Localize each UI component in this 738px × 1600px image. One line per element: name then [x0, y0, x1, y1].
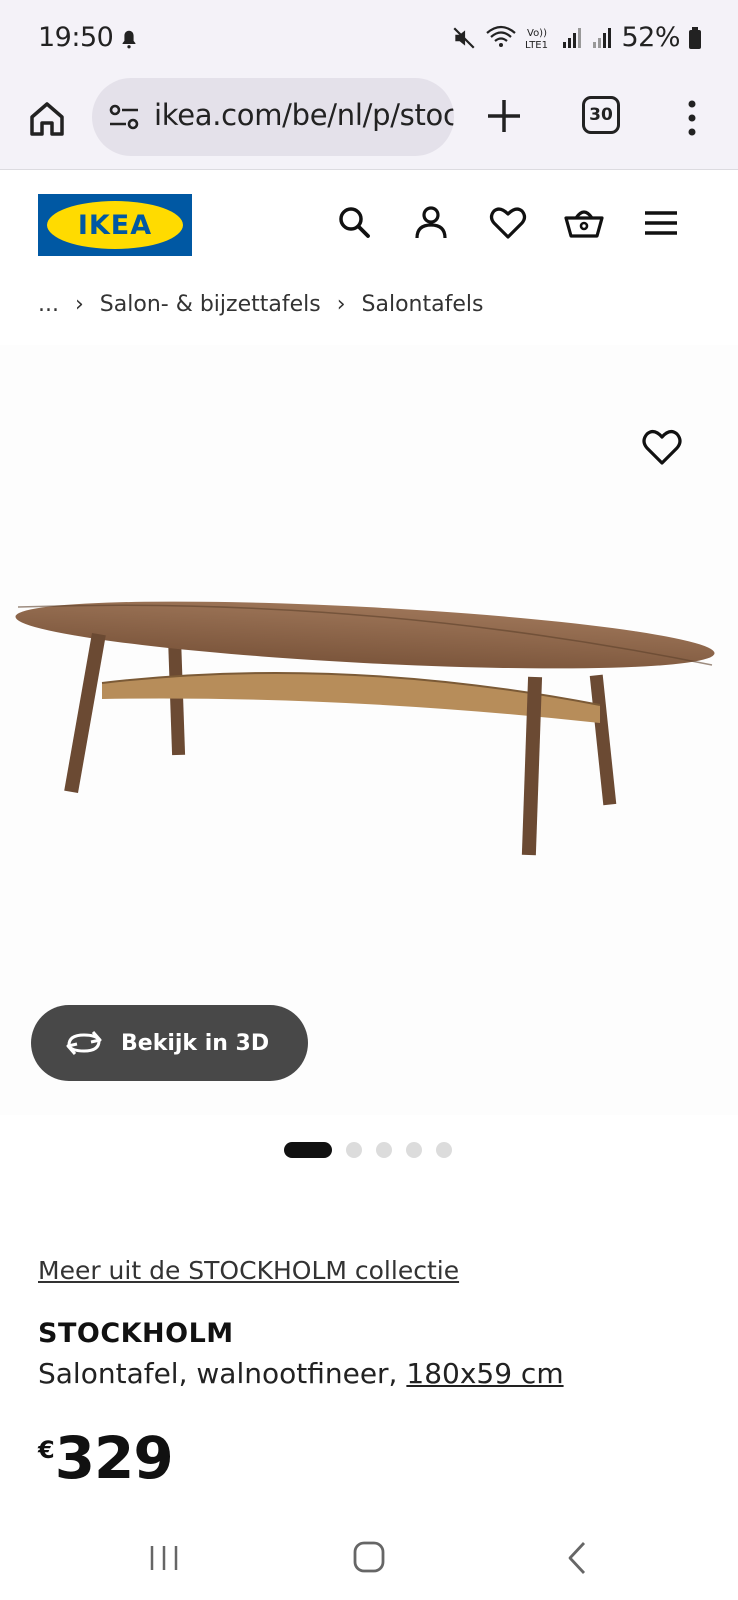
- image-carousel-indicator: [284, 1142, 452, 1158]
- logo-oval: IKEA: [47, 201, 183, 249]
- breadcrumb-ellipsis[interactable]: ...: [38, 292, 59, 317]
- mute-icon: [453, 26, 476, 49]
- chevron-right-icon: ›: [74, 292, 84, 317]
- breadcrumb-item[interactable]: Salontafels: [362, 292, 484, 317]
- signal-icon: [593, 27, 612, 48]
- breadcrumb-item[interactable]: Salon- & bijzettafels: [100, 292, 321, 317]
- menu-icon[interactable]: [640, 202, 682, 244]
- view-3d-label: Bekijk in 3D: [121, 1030, 270, 1056]
- favorite-heart-icon[interactable]: [640, 427, 684, 467]
- recent-apps-icon[interactable]: [142, 1538, 186, 1578]
- browser-toolbar: ikea.com/be/nl/p/stoc 30: [0, 76, 738, 170]
- breadcrumb: ... › Salon- & bijzettafels › Salontafel…: [38, 292, 483, 317]
- svg-text:LTE1: LTE1: [525, 40, 548, 51]
- cart-icon[interactable]: [563, 202, 605, 244]
- signal-icon: [563, 27, 582, 48]
- price-currency: €: [38, 1436, 55, 1464]
- rotate-3d-icon: [66, 1031, 102, 1055]
- bell-icon: [122, 30, 136, 49]
- home-icon: [30, 102, 64, 136]
- price-amount: 329: [54, 1424, 174, 1492]
- size-link[interactable]: 180x59 cm: [406, 1357, 563, 1390]
- collection-link[interactable]: Meer uit de STOCKHOLM collectie: [38, 1256, 459, 1285]
- status-icons: Vo)) LTE1 52%: [451, 22, 702, 53]
- wifi-icon: [486, 25, 517, 47]
- tab-switcher-button[interactable]: 30: [582, 96, 620, 134]
- product-image: [15, 601, 715, 856]
- view-3d-button[interactable]: Bekijk in 3D: [31, 1005, 308, 1081]
- carousel-dot[interactable]: [436, 1142, 452, 1158]
- chevron-right-icon: ›: [336, 292, 346, 317]
- home-button[interactable]: [24, 96, 70, 142]
- search-icon[interactable]: [334, 202, 376, 244]
- price: € 329: [38, 1424, 174, 1492]
- new-tab-button[interactable]: [482, 94, 526, 138]
- carousel-dot-active[interactable]: [284, 1142, 332, 1158]
- home-nav-icon[interactable]: [347, 1538, 391, 1578]
- back-icon[interactable]: [556, 1538, 600, 1578]
- logo-text: IKEA: [77, 209, 153, 241]
- site-settings-icon[interactable]: [108, 102, 140, 132]
- product-type: Salontafel, walnootfineer,: [38, 1357, 398, 1390]
- svg-text:Vo)): Vo)): [527, 28, 547, 39]
- wishlist-icon[interactable]: [487, 202, 529, 244]
- account-icon[interactable]: [410, 202, 452, 244]
- address-bar[interactable]: ikea.com/be/nl/p/stoc: [92, 78, 454, 156]
- more-options-icon[interactable]: [678, 96, 706, 140]
- carousel-dot[interactable]: [346, 1142, 362, 1158]
- ikea-logo[interactable]: IKEA: [38, 194, 192, 256]
- url-text[interactable]: ikea.com/be/nl/p/stoc: [154, 98, 454, 132]
- carousel-dot[interactable]: [376, 1142, 392, 1158]
- battery-percent: 52%: [621, 22, 680, 53]
- status-bar: 19:50 Vo)) LTE1 52%: [0, 0, 738, 76]
- system-nav-bar: [0, 1520, 738, 1600]
- site-header: IKEA: [0, 172, 738, 272]
- status-time: 19:50: [38, 22, 114, 53]
- battery-icon: [689, 26, 701, 49]
- carousel-dot[interactable]: [406, 1142, 422, 1158]
- product-name: STOCKHOLM: [38, 1318, 234, 1349]
- product-description: Salontafel, walnootfineer, 180x59 cm: [38, 1357, 564, 1390]
- product-image-gallery[interactable]: [0, 345, 738, 1115]
- volte-icon: Vo)) LTE1: [525, 28, 548, 51]
